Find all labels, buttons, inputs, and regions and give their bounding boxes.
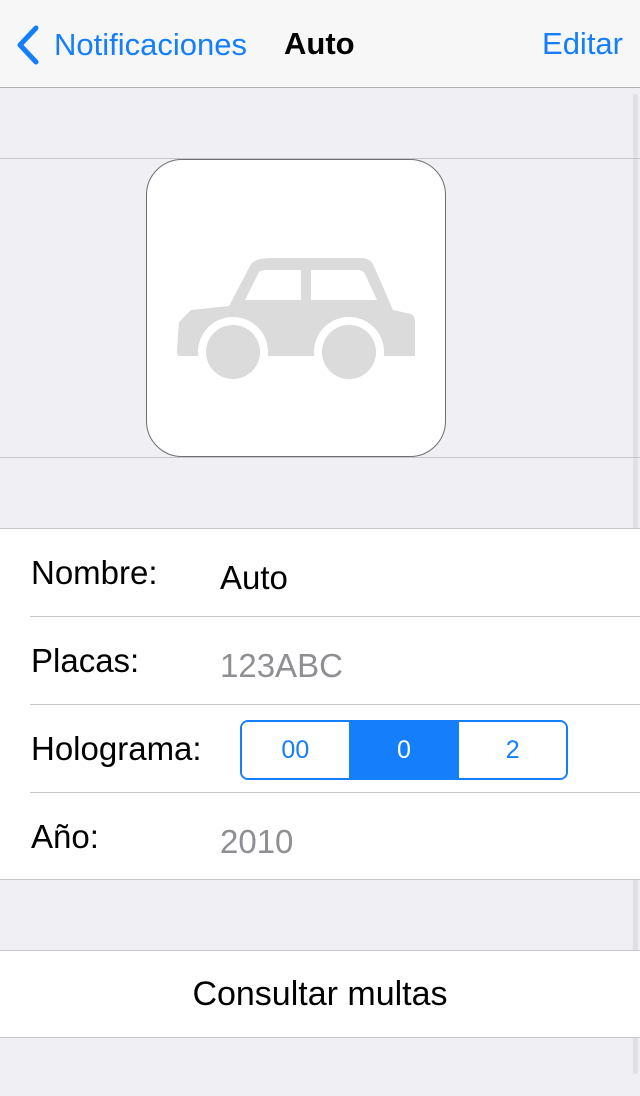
holograma-option-0[interactable]: 0 [348,722,458,778]
car-icon [177,258,415,387]
anio-field[interactable]: 2010 [220,823,293,861]
row-nombre[interactable]: Nombre: Auto [0,529,640,617]
nombre-label: Nombre: [31,554,158,591]
holograma-label: Holograma: [31,730,202,767]
nombre-field[interactable]: Auto [220,559,288,597]
page-title: Auto [284,26,355,61]
edit-button[interactable]: Editar [542,26,623,62]
placas-label: Placas: [31,642,140,679]
anio-label: Año: [31,818,99,855]
consultar-multas-label: Consultar multas [192,974,448,1013]
row-holograma: Holograma: 00 0 2 [0,705,640,793]
photo-section [0,158,640,458]
row-anio[interactable]: Año: 2010 [0,793,640,881]
chevron-left-icon [17,25,39,65]
holograma-option-2[interactable]: 2 [457,722,566,778]
vehicle-form: Nombre: Auto Placas: 123ABC Holograma: 0… [0,528,640,880]
consultar-multas-button[interactable]: Consultar multas [0,950,640,1038]
placas-field[interactable]: 123ABC [220,647,343,685]
navigation-bar: Notificaciones Auto Editar [0,0,640,88]
back-button-label: Notificaciones [54,27,247,62]
vehicle-photo-button[interactable] [146,159,446,457]
back-button[interactable]: Notificaciones [14,22,247,68]
holograma-segmented-control[interactable]: 00 0 2 [240,720,568,780]
row-placas[interactable]: Placas: 123ABC [0,617,640,705]
holograma-option-00[interactable]: 00 [242,722,349,778]
